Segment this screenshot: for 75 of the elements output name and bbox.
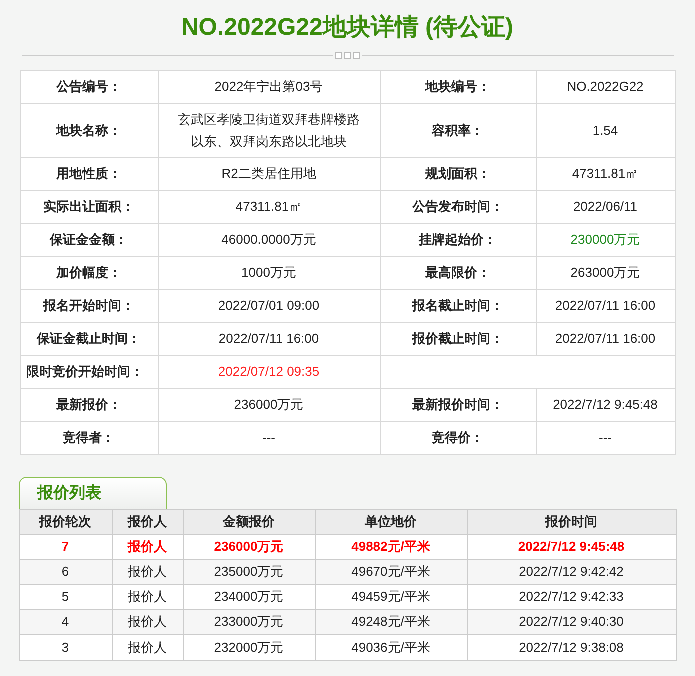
field-label: 报名截止时间： <box>412 297 504 316</box>
field-value: 2022/07/11 16:00 <box>555 297 656 315</box>
field-value: 2022/07/11 16:00 <box>555 330 656 348</box>
table-cell: 236000万元 <box>184 535 316 559</box>
table-cell: 232000万元 <box>184 635 316 660</box>
table-cell: 4 <box>20 610 112 634</box>
field-value: 47311.81㎡ <box>572 165 639 183</box>
field-label: 限时竞价开始时间： <box>26 363 144 382</box>
table-cell: 报价人 <box>112 585 184 609</box>
table-cell: 49459元/平米 <box>316 585 468 609</box>
field-label: 最高限价： <box>426 264 490 282</box>
table-cell: 报价人 <box>112 560 184 584</box>
table-cell: 3 <box>20 635 112 660</box>
field-value: 2022/06/11 <box>573 198 638 216</box>
field-value: 47311.81㎡ <box>236 198 302 216</box>
field-label: 实际出让面积： <box>44 198 134 216</box>
table-cell: 234000万元 <box>184 585 316 609</box>
table-cell: 49670元/平米 <box>316 560 468 584</box>
field-label: 竞得价： <box>432 429 484 448</box>
field-value: R2二类居住用地 <box>222 165 316 183</box>
field-label: 地块编号： <box>426 78 490 96</box>
column-header: 报价轮次 <box>20 510 112 534</box>
page-title: NO.2022G22地块详情 (待公证) <box>181 13 514 43</box>
field-label: 公告编号： <box>56 78 122 96</box>
divider-ornament-icon <box>333 52 362 59</box>
field-value: 2022/7/12 9:45:48 <box>553 396 658 414</box>
table-cell: 49036元/平米 <box>316 635 468 660</box>
field-value: 玄武区孝陵卫街道双拜巷牌楼路以东、双拜岗东路以北地块 <box>177 110 361 150</box>
table-cell: 报价人 <box>112 535 184 559</box>
field-value: 2022/07/12 09:35 <box>218 363 320 382</box>
field-label: 挂牌起始价： <box>419 231 497 250</box>
list-tab[interactable]: 报价列表 <box>18 477 166 509</box>
table-cell-text: 2022/7/12 9:40:30 <box>518 613 625 632</box>
field-label: 报价截止时间： <box>412 330 504 348</box>
field-value: NO.2022G22 <box>567 78 644 96</box>
column-header: 单位地价 <box>316 510 468 534</box>
column-header: 金额报价 <box>184 510 316 534</box>
table-cell: 报价人 <box>112 610 184 634</box>
table-cell-text: 2022/7/12 9:38:08 <box>518 638 625 657</box>
table-cell: 233000万元 <box>184 610 316 634</box>
field-value: 1000万元 <box>242 264 296 282</box>
table-cell: 49882元/平米 <box>316 535 468 559</box>
field-label: 最新报价： <box>56 396 122 414</box>
field-label: 容积率： <box>432 122 484 140</box>
table-cell-text: 2022/7/12 9:42:33 <box>518 588 625 606</box>
table-cell: 报价人 <box>112 635 184 660</box>
field-label: 保证金截止时间： <box>37 330 141 348</box>
table-cell: 49248元/平米 <box>316 610 468 634</box>
column-header: 报价时间 <box>544 513 598 532</box>
field-value: --- <box>599 429 612 447</box>
table-cell-text: 2022/7/12 9:45:48 <box>517 538 626 556</box>
field-value: 2022/07/11 16:00 <box>218 330 320 348</box>
table-cell: 6 <box>20 560 112 584</box>
field-label: 保证金金额： <box>50 231 128 250</box>
field-label: 加价幅度： <box>56 264 122 282</box>
table-cell: 5 <box>20 585 112 609</box>
field-value: 46000.0000万元 <box>222 231 316 249</box>
field-label: 最新报价时间： <box>412 396 504 414</box>
field-value: 236000万元 <box>234 396 304 414</box>
field-label: 竞得者： <box>63 429 115 448</box>
field-label: 规划面积： <box>426 165 490 184</box>
column-header: 报价人 <box>112 510 184 534</box>
table-cell: 235000万元 <box>184 560 316 584</box>
field-value: 263000万元 <box>570 264 640 282</box>
field-value: 230000万元 <box>570 231 640 249</box>
field-value: 2022/07/01 09:00 <box>218 297 320 315</box>
table-cell: 7 <box>20 535 112 559</box>
field-value: 1.54 <box>592 122 618 140</box>
field-label: 报名开始时间： <box>44 297 134 316</box>
field-label: 用地性质： <box>56 165 122 184</box>
table-cell-text: 2022/7/12 9:42:42 <box>518 563 625 582</box>
field-label: 地块名称： <box>56 122 122 140</box>
field-label: 公告发布时间： <box>412 198 504 216</box>
field-value: 2022年宁出第03号 <box>214 78 324 96</box>
field-value: --- <box>262 429 276 447</box>
